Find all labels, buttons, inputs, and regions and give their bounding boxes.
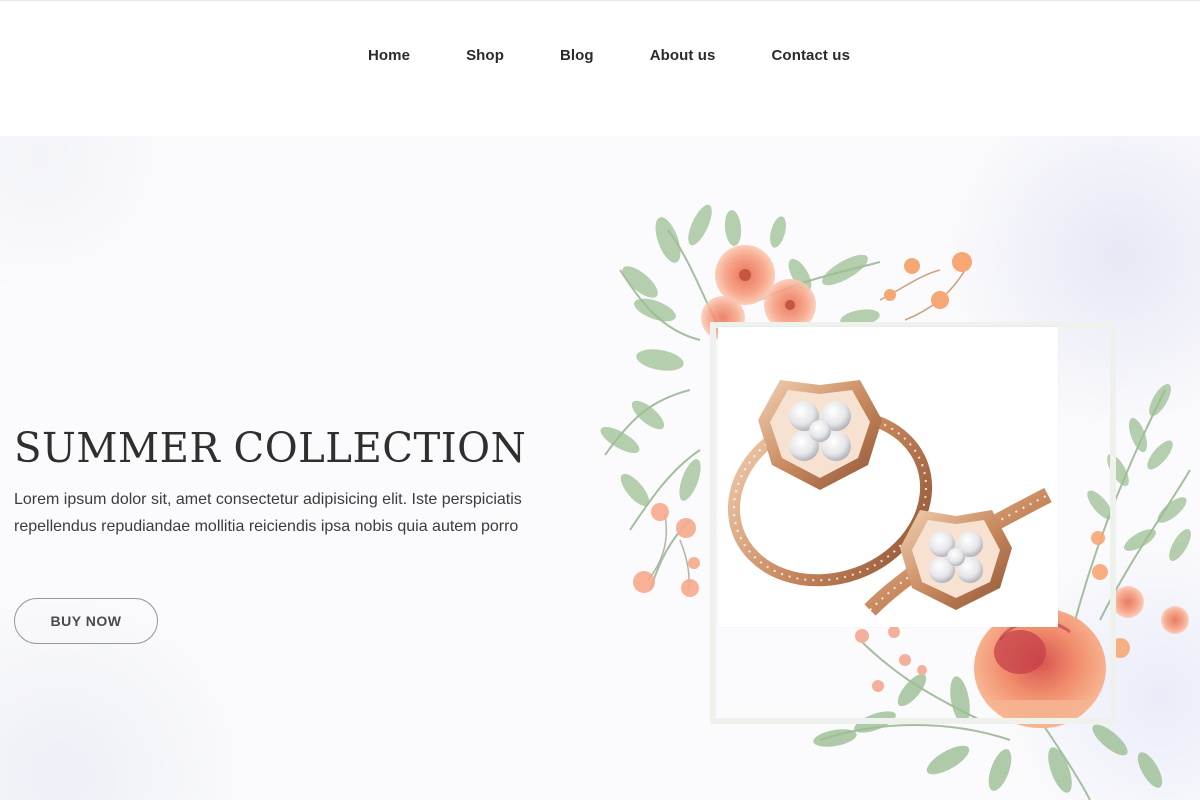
main-nav: Home Shop Blog About us Contact us [0, 0, 1200, 110]
nav-blog[interactable]: Blog [560, 47, 594, 64]
nav-shop[interactable]: Shop [466, 47, 504, 64]
diamond-ring-image [727, 380, 1052, 616]
nav-contact-us[interactable]: Contact us [772, 47, 851, 64]
hero-description: Lorem ipsum dolor sit, amet consectetur … [14, 491, 522, 535]
hero-title: SUMMER COLLECTION [14, 424, 527, 472]
nav-home[interactable]: Home [368, 47, 410, 64]
nav-about-us[interactable]: About us [650, 47, 716, 64]
buy-now-button[interactable]: BUY NOW [14, 598, 158, 644]
